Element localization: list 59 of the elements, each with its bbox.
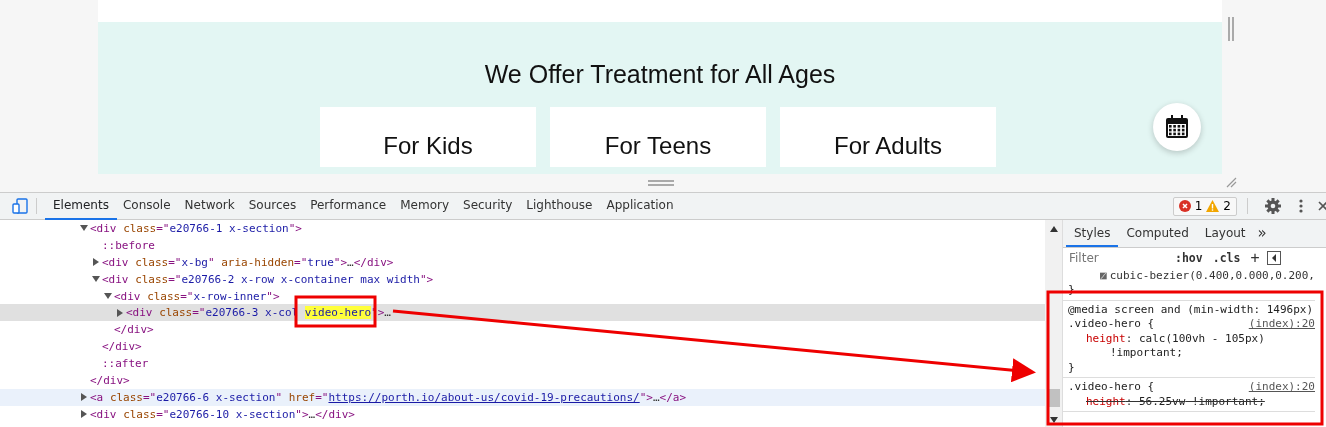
easing-swatch-icon[interactable] bbox=[1100, 270, 1107, 281]
sidebar-tab[interactable]: Layout bbox=[1196, 220, 1254, 247]
age-card[interactable]: For Adults bbox=[780, 107, 996, 167]
sidebar-tab[interactable]: Styles bbox=[1066, 220, 1119, 247]
pseudo-element[interactable]: ::before bbox=[102, 238, 155, 252]
dom-node[interactable]: <div class="e20766-10 x-section">…</div> bbox=[90, 407, 355, 421]
source-link[interactable]: (index):20 bbox=[1248, 380, 1315, 395]
resize-handle-icon[interactable] bbox=[1228, 17, 1234, 41]
scroll-down-icon[interactable] bbox=[1049, 417, 1058, 423]
closing-tag: </div> bbox=[90, 373, 130, 387]
expanded-triangle-icon[interactable] bbox=[92, 275, 102, 284]
closing-tag: </div> bbox=[102, 340, 142, 354]
error-count: 1 bbox=[1194, 199, 1203, 213]
panel-tab[interactable]: Sources bbox=[240, 192, 305, 220]
panel-tab[interactable]: Performance bbox=[302, 192, 395, 220]
close-icon[interactable] bbox=[1318, 201, 1326, 211]
panel-tab[interactable]: Application bbox=[598, 192, 682, 220]
css-declaration[interactable]: height: calc(100vh - 105px) !important; bbox=[1068, 331, 1315, 361]
more-tabs-button[interactable]: » bbox=[1253, 220, 1271, 247]
dom-node[interactable]: <div class="x-bg" aria-hidden="true">…</div> bbox=[102, 255, 394, 269]
panel-tab[interactable]: Memory bbox=[392, 192, 457, 220]
resize-grip-icon[interactable] bbox=[1225, 176, 1237, 188]
dom-node[interactable]: <div class="e20766-1 x-section"> bbox=[90, 221, 302, 235]
class-toggle-button[interactable]: .cls bbox=[1210, 251, 1243, 265]
media-query: @media screen and (min-width: 1496px) bbox=[1068, 302, 1315, 317]
expanded-triangle-icon[interactable] bbox=[104, 292, 114, 300]
age-card[interactable]: For Kids bbox=[320, 107, 536, 167]
dom-node[interactable]: <div class="x-row-inner"> bbox=[114, 289, 280, 303]
sidebar-tab[interactable]: Computed bbox=[1118, 220, 1197, 247]
rule-brace: } bbox=[1068, 360, 1076, 375]
settings-icon[interactable] bbox=[1265, 198, 1281, 214]
new-rule-button[interactable]: + bbox=[1248, 249, 1262, 267]
panel-tab[interactable]: Console bbox=[114, 192, 179, 220]
calendar-icon bbox=[1164, 114, 1190, 140]
more-options-icon[interactable] bbox=[1299, 199, 1303, 213]
panel-tab[interactable]: Lighthouse bbox=[518, 192, 601, 220]
hover-state-button[interactable]: :hov bbox=[1173, 251, 1205, 265]
pseudo-element[interactable]: ::after bbox=[102, 357, 149, 371]
css-declaration[interactable]: height: 56.25vw !important; bbox=[1068, 394, 1315, 409]
css-value: cubic-bezier(0.400,0.000,0.200, bbox=[1109, 268, 1315, 283]
closing-tag: </div> bbox=[114, 323, 154, 337]
device-toggle-icon[interactable] bbox=[12, 198, 28, 214]
scroll-up-icon[interactable] bbox=[1049, 226, 1058, 232]
age-card[interactable]: For Teens bbox=[550, 107, 766, 167]
warning-icon bbox=[1206, 200, 1220, 212]
drag-handle-icon[interactable] bbox=[648, 180, 674, 186]
sidebar-toggle-icon[interactable] bbox=[1267, 251, 1282, 265]
source-link[interactable]: (index):20 bbox=[1248, 317, 1315, 332]
issues-counter[interactable]: 1 2 bbox=[1172, 196, 1237, 216]
css-selector: .video-hero { bbox=[1068, 380, 1155, 395]
warning-count: 2 bbox=[1223, 199, 1231, 213]
section-heading: We Offer Treatment for All Ages bbox=[484, 60, 836, 89]
expanded-triangle-icon[interactable] bbox=[80, 224, 90, 233]
dom-node[interactable]: <div class="e20766-2 x-row x-container max width"> bbox=[102, 272, 434, 286]
calendar-button[interactable] bbox=[1153, 103, 1201, 151]
css-selector: .video-hero { bbox=[1068, 317, 1155, 332]
panel-tab[interactable]: Security bbox=[455, 192, 521, 220]
panel-tab[interactable]: Network bbox=[176, 192, 243, 220]
error-icon bbox=[1178, 200, 1191, 212]
